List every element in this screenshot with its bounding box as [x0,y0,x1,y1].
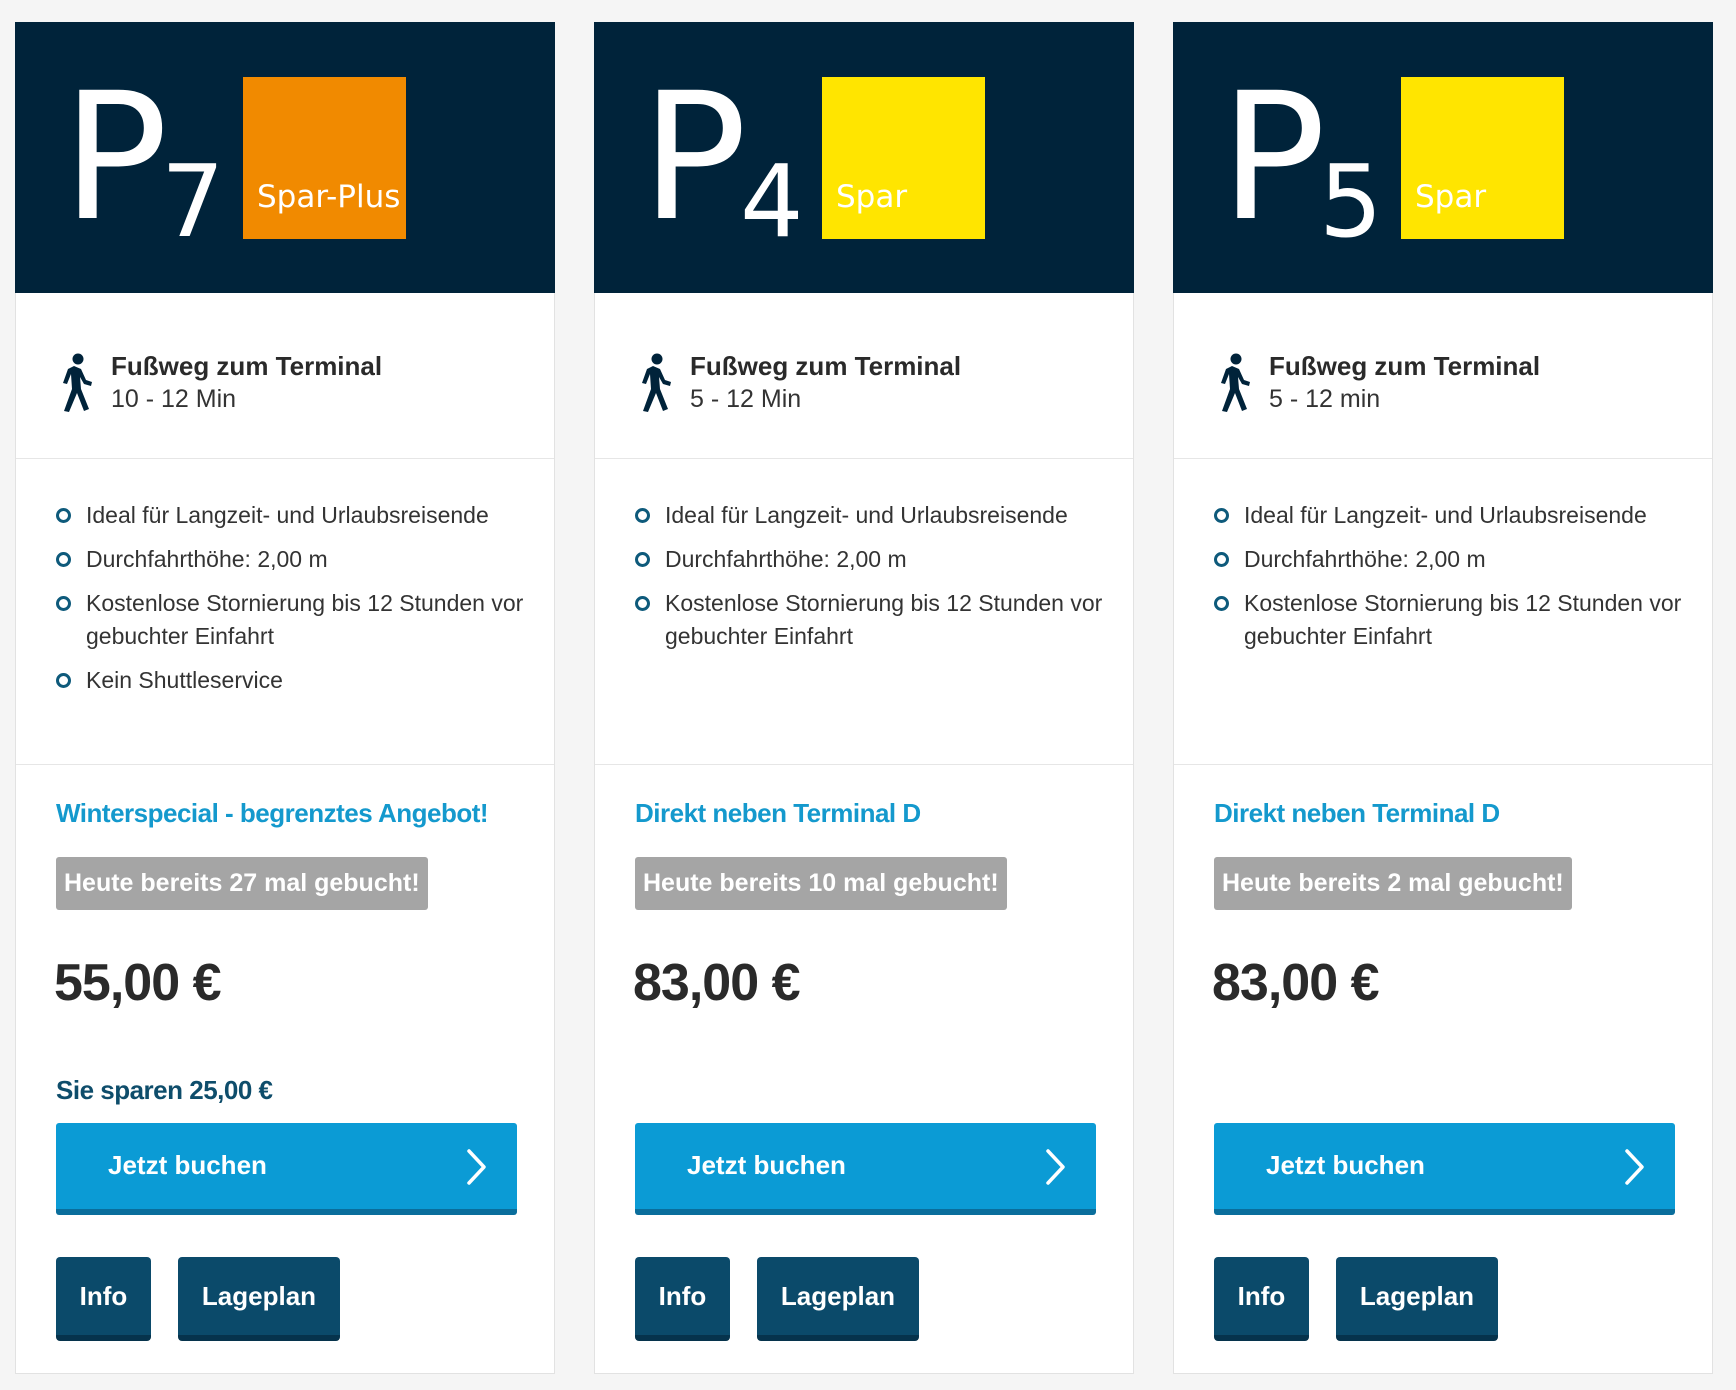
walk-time: 5 - 12 Min [690,385,802,413]
bullet-icon [56,508,71,523]
chevron-right-icon [467,1149,486,1185]
savings-text: Sie sparen 25,00 € [56,1075,273,1105]
bullet-icon [56,673,71,688]
booked-count-badge: Heute bereits 2 mal gebucht! [1214,857,1572,910]
feature-item: Ideal für Langzeit- und Urlaubsreisende [56,499,526,532]
feature-list: Ideal für Langzeit- und Urlaubsreisende … [16,459,554,765]
bullet-icon [1214,596,1229,611]
feature-item: Ideal für Langzeit- und Urlaubsreisende [1214,499,1684,532]
info-button[interactable]: Info [635,1257,730,1341]
book-now-label: Jetzt buchen [687,1150,846,1180]
walk-time: 5 - 12 min [1269,385,1381,413]
walk-info: Fußweg zum Terminal 5 - 12 Min [595,293,1133,459]
walk-time: 10 - 12 Min [111,385,237,413]
tariff-label: Spar [836,179,908,215]
parking-card-p5: P 5 Spar Fußweg zum Terminal 5 - 12 min … [1173,22,1713,1374]
feature-item: Durchfahrthöhe: 2,00 m [56,543,526,576]
offer-section: Direkt neben Terminal D Heute bereits 2 … [1174,765,1712,1373]
parking-card-p4: P 4 Spar Fußweg zum Terminal 5 - 12 Min … [594,22,1134,1374]
price: 83,00 € [633,954,800,1012]
walk-title: Fußweg zum Terminal [1269,351,1541,381]
pedestrian-icon [642,353,671,412]
promo-text: Direkt neben Terminal D [1214,798,1500,828]
bullet-icon [56,552,71,567]
parking-number: 4 [740,143,804,260]
bullet-icon [635,596,650,611]
pedestrian-icon [1221,353,1250,412]
bullet-icon [1214,508,1229,523]
bullet-icon [1214,552,1229,567]
book-now-button[interactable]: Jetzt buchen [635,1123,1096,1215]
parking-logo-header: P 4 Spar [594,22,1134,293]
feature-item: Kostenlose Stornierung bis 12 Stunden vo… [1214,587,1684,653]
feature-item: Durchfahrthöhe: 2,00 m [635,543,1105,576]
offer-section: Winterspecial - begrenztes Angebot! Heut… [16,765,554,1373]
book-now-label: Jetzt buchen [1266,1150,1425,1180]
parking-letter: P [1220,55,1326,260]
price: 83,00 € [1212,954,1379,1012]
offer-section: Direkt neben Terminal D Heute bereits 10… [595,765,1133,1373]
parking-number: 5 [1319,143,1383,260]
booked-count-badge: Heute bereits 10 mal gebucht! [635,857,1007,910]
bullet-icon [635,508,650,523]
tariff-label: Spar [1415,179,1487,215]
feature-list: Ideal für Langzeit- und Urlaubsreisende … [1174,459,1712,765]
walk-info: Fußweg zum Terminal 10 - 12 Min [16,293,554,459]
bullet-icon [635,552,650,567]
walk-title: Fußweg zum Terminal [111,351,383,381]
parking-logo-header: P 5 Spar [1173,22,1713,293]
book-now-button[interactable]: Jetzt buchen [56,1123,517,1215]
chevron-right-icon [1625,1149,1644,1185]
walk-title: Fußweg zum Terminal [690,351,962,381]
tariff-badge: Spar-Plus [243,77,406,239]
parking-logo-header: P 7 Spar-Plus [15,22,555,293]
book-now-button[interactable]: Jetzt buchen [1214,1123,1675,1215]
bullet-icon [56,596,71,611]
parking-letter: P [641,55,747,260]
parking-letter: P [62,55,168,260]
feature-item: Kein Shuttleservice [56,664,526,697]
info-button[interactable]: Info [56,1257,151,1341]
tariff-label: Spar-Plus [257,179,401,215]
feature-item: Kostenlose Stornierung bis 12 Stunden vo… [635,587,1105,653]
chevron-right-icon [1046,1149,1065,1185]
site-plan-button[interactable]: Lageplan [757,1257,919,1341]
feature-item: Ideal für Langzeit- und Urlaubsreisende [635,499,1105,532]
feature-item: Kostenlose Stornierung bis 12 Stunden vo… [56,587,526,653]
site-plan-button[interactable]: Lageplan [178,1257,340,1341]
promo-text: Direkt neben Terminal D [635,798,921,828]
site-plan-button[interactable]: Lageplan [1336,1257,1498,1341]
booked-count-badge: Heute bereits 27 mal gebucht! [56,857,428,910]
promo-text: Winterspecial - begrenztes Angebot! [56,798,489,828]
pedestrian-icon [63,353,92,412]
walk-info: Fußweg zum Terminal 5 - 12 min [1174,293,1712,459]
tariff-badge: Spar [1401,77,1564,239]
feature-list: Ideal für Langzeit- und Urlaubsreisende … [595,459,1133,765]
book-now-label: Jetzt buchen [108,1150,267,1180]
parking-offer-list: P 7 Spar-Plus Fußweg zum Terminal 10 - 1… [0,0,1736,1390]
parking-number: 7 [161,143,225,260]
parking-card-p7: P 7 Spar-Plus Fußweg zum Terminal 10 - 1… [15,22,555,1374]
feature-item: Durchfahrthöhe: 2,00 m [1214,543,1684,576]
price: 55,00 € [54,954,221,1012]
tariff-badge: Spar [822,77,985,239]
info-button[interactable]: Info [1214,1257,1309,1341]
